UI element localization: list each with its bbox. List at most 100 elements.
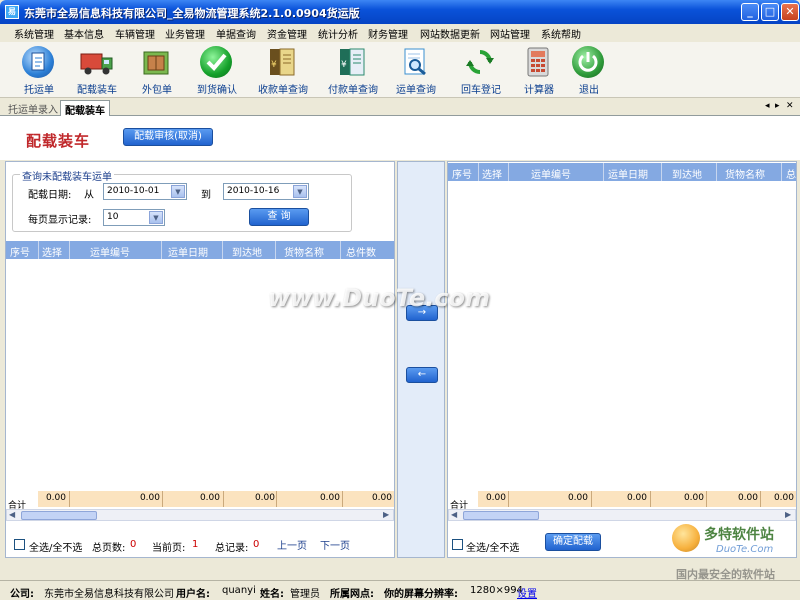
close-button[interactable]: ✕ — [781, 3, 799, 21]
column-header[interactable]: 运单编号 — [531, 166, 571, 181]
toolbar-consignment-button[interactable]: 托运单 — [6, 44, 72, 96]
chevron-down-icon[interactable]: ▼ — [171, 185, 185, 198]
sum-cell: 0.00 — [45, 493, 66, 503]
menu-help[interactable]: 系统帮助 — [541, 26, 581, 41]
name-value: 管理员 — [290, 589, 320, 600]
scroll-right-icon[interactable]: ▶ — [383, 510, 389, 519]
menu-finance[interactable]: 财务管理 — [368, 26, 408, 41]
date-label: 配载日期: — [28, 190, 72, 201]
column-header[interactable]: 选择 — [482, 166, 502, 181]
svg-text:¥: ¥ — [341, 60, 347, 70]
toolbar-payment-query-button[interactable]: ¥ 付款单查询 — [320, 44, 386, 96]
menu-doc-query[interactable]: 单据查询 — [216, 26, 256, 41]
to-date-input[interactable]: 2010-10-16 ▼ — [223, 183, 309, 200]
scroll-left-icon[interactable]: ◀ — [9, 510, 15, 519]
tab-next-arrow[interactable]: ▸ — [775, 101, 780, 111]
toolbar-exit-button[interactable]: 退出 — [556, 44, 622, 96]
prev-page-link[interactable]: 上一页 — [277, 537, 307, 552]
receipt-icon: ¥ — [266, 46, 298, 78]
column-header[interactable]: 货物名称 — [284, 244, 324, 259]
toolbar-return-register-button[interactable]: 回车登记 — [448, 44, 514, 96]
select-all-checkbox[interactable] — [14, 539, 25, 550]
toolbar-label: 到货确认 — [197, 85, 237, 96]
window-title: 东莞市全易信息科技有限公司_全易物流管理系统2.1.0.0904货运版 — [24, 7, 360, 20]
total-pages-value: 0 — [130, 539, 137, 550]
left-sum-row: 0.00 0.00 0.00 0.00 0.00 0.00 — [38, 491, 394, 507]
menu-funds[interactable]: 资金管理 — [267, 26, 307, 41]
column-header[interactable]: 运单日期 — [168, 244, 208, 259]
column-header[interactable]: 货物名称 — [725, 166, 765, 181]
toolbar-loading-button[interactable]: 配载装车 — [64, 44, 130, 96]
minimize-button[interactable]: _ — [741, 3, 759, 21]
title-bar: 易 东莞市全易信息科技有限公司_全易物流管理系统2.1.0.0904货运版 _ … — [0, 0, 800, 24]
total-pages-label: 总页数: — [92, 543, 126, 554]
package-icon — [140, 46, 172, 78]
from-label: 从 — [84, 190, 94, 201]
menu-web-manage[interactable]: 网站管理 — [490, 26, 530, 41]
column-header[interactable]: 序号 — [452, 166, 472, 181]
scroll-thumb[interactable] — [463, 511, 539, 520]
menu-system[interactable]: 系统管理 — [14, 26, 54, 41]
move-left-button[interactable]: ← — [406, 367, 438, 383]
chevron-down-icon[interactable]: ▼ — [293, 185, 307, 198]
cancel-audit-button[interactable]: 配载审核(取消) — [123, 128, 213, 146]
column-header[interactable]: 到达地 — [232, 244, 262, 259]
settings-link[interactable]: 设置 — [517, 585, 537, 600]
right-horizontal-scrollbar[interactable]: ◀ ▶ — [448, 509, 796, 521]
column-header[interactable]: 运单日期 — [608, 166, 648, 181]
column-header[interactable]: 序号 — [10, 244, 30, 259]
select-all-checkbox[interactable] — [452, 539, 463, 550]
search-doc-icon — [399, 46, 431, 78]
per-page-label: 每页显示记录: — [28, 215, 92, 226]
power-icon — [572, 46, 604, 78]
per-page-select[interactable]: 10 ▼ — [103, 209, 165, 226]
maximize-button[interactable]: □ — [761, 3, 779, 21]
tab-loading[interactable]: 配载装车 — [60, 100, 110, 117]
tab-close-icon[interactable]: ✕ — [786, 101, 794, 111]
toolbar-receipt-query-button[interactable]: ¥ 收款单查询 — [250, 44, 316, 96]
sum-cell: 0.00 — [254, 493, 275, 503]
column-header[interactable]: 运单编号 — [90, 244, 130, 259]
checkmark-icon — [200, 46, 232, 78]
toolbar-arrival-confirm-button[interactable]: 到货确认 — [184, 44, 250, 96]
left-panel: 查询未配载装车运单 配载日期: 从 2010-10-01 ▼ 到 2010-10… — [5, 161, 395, 558]
toolbar-label: 收款单查询 — [258, 85, 308, 96]
menu-business[interactable]: 业务管理 — [165, 26, 205, 41]
next-page-link[interactable]: 下一页 — [320, 537, 350, 552]
confirm-loading-button[interactable]: 确定配载 — [545, 533, 601, 551]
sum-cell: 0.00 — [737, 493, 758, 503]
select-all-label: 全选/全不选 — [29, 543, 83, 554]
left-grid-header: 序号 选择 运单编号 运单日期 到达地 货物名称 总件数 — [6, 241, 394, 259]
menu-basic-info[interactable]: 基本信息 — [64, 26, 104, 41]
refresh-icon — [464, 46, 496, 78]
column-header[interactable]: 总 — [786, 166, 796, 181]
menu-vehicle[interactable]: 车辆管理 — [115, 26, 155, 41]
toolbar-outsource-button[interactable]: 外包单 — [124, 44, 190, 96]
column-header[interactable]: 到达地 — [672, 166, 702, 181]
toolbar-waybill-query-button[interactable]: 运单查询 — [383, 44, 449, 96]
chevron-down-icon[interactable]: ▼ — [149, 211, 163, 224]
scroll-left-icon[interactable]: ◀ — [451, 510, 457, 519]
scroll-right-icon[interactable]: ▶ — [785, 510, 791, 519]
left-horizontal-scrollbar[interactable]: ◀ ▶ — [6, 509, 394, 521]
watermark-logo-sub: DuoTe.Com — [716, 544, 774, 555]
select-all-label: 全选/全不选 — [466, 543, 520, 554]
column-header[interactable]: 选择 — [42, 244, 62, 259]
user-value: quanyi — [222, 585, 256, 596]
calculator-icon — [522, 46, 554, 78]
query-button[interactable]: 查 询 — [249, 208, 309, 226]
sum-cell: 0.00 — [485, 493, 506, 503]
scroll-thumb[interactable] — [21, 511, 97, 520]
tab-consignment-entry[interactable]: 托运单录入 — [4, 100, 62, 116]
tab-prev-arrow[interactable]: ◂ — [765, 101, 770, 111]
menu-statistics[interactable]: 统计分析 — [318, 26, 358, 41]
sum-cell: 0.00 — [567, 493, 588, 503]
menu-web-update[interactable]: 网站数据更新 — [420, 26, 480, 41]
column-header[interactable]: 总件数 — [346, 244, 376, 259]
toolbar-label: 退出 — [579, 85, 599, 96]
from-date-input[interactable]: 2010-10-01 ▼ — [103, 183, 187, 200]
total-records-label: 总记录: — [215, 543, 249, 554]
total-records-value: 0 — [253, 539, 260, 550]
resolution-value: 1280×994 — [470, 585, 523, 596]
right-sum-row: 0.00 0.00 0.00 0.00 0.00 0.00 — [478, 491, 796, 507]
